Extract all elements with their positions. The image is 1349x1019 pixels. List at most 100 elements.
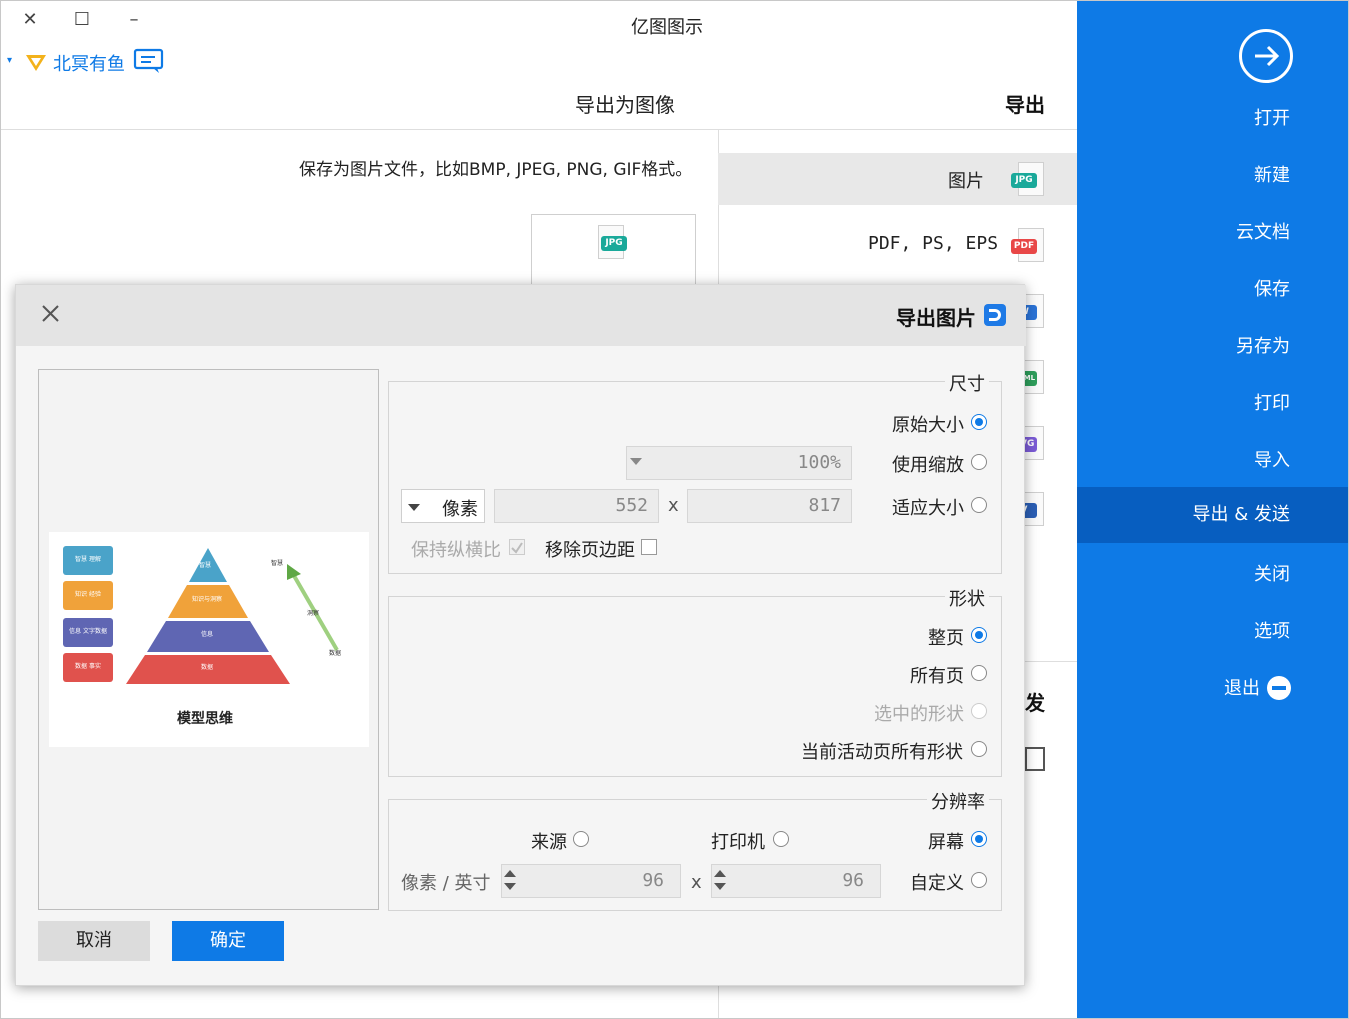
whole-page-radio[interactable] bbox=[971, 627, 987, 643]
preview-diagram: 智慧 理解 知识 经验 信息 文字数据 数据 事实 智慧 知识与洞察 信息 数据 bbox=[49, 532, 369, 747]
height-field[interactable]: 552 bbox=[494, 489, 659, 523]
export-description: 保存为图片文件，比如BMP, JPEG, PNG, GIF格式。 bbox=[299, 160, 693, 180]
nav-item-image[interactable]: 图片 JPG bbox=[718, 153, 1077, 205]
resolution-x-separator: x bbox=[691, 872, 702, 893]
close-window-button[interactable]: ✕ bbox=[19, 9, 41, 31]
width-field[interactable]: 817 bbox=[687, 489, 852, 523]
screen-radio[interactable] bbox=[971, 831, 987, 847]
jpg-file-icon: JPG bbox=[1011, 162, 1044, 196]
arrow-label: 智慧 bbox=[271, 560, 284, 567]
remove-margin-checkbox[interactable] bbox=[641, 539, 657, 555]
ok-button[interactable]: 确定 bbox=[172, 921, 284, 961]
send-mail-icon[interactable] bbox=[1025, 747, 1045, 771]
custom-radio[interactable] bbox=[971, 872, 987, 888]
source-label: 来源 bbox=[531, 832, 567, 853]
sidebar-item-close[interactable]: 关闭 bbox=[1077, 547, 1348, 603]
nav-item-image-label: 图片 bbox=[948, 171, 984, 192]
printer-radio[interactable] bbox=[773, 831, 789, 847]
sidebar-item-new[interactable]: 新建 bbox=[1077, 148, 1348, 204]
preview-panel: 智慧 理解 知识 经验 信息 文字数据 数据 事实 智慧 知识与洞察 信息 数据 bbox=[38, 369, 379, 910]
dpi-y-field[interactable]: 96 bbox=[501, 864, 681, 898]
whole-page-label: 整页 bbox=[928, 628, 964, 649]
vip-crown-icon bbox=[23, 49, 49, 73]
sidebar-item-import[interactable]: 导入 bbox=[1077, 433, 1348, 489]
message-icon[interactable] bbox=[133, 47, 165, 75]
selected-shapes-label: 选中的形状 bbox=[874, 704, 964, 725]
dpi-x-field[interactable]: 96 bbox=[711, 864, 881, 898]
legend-box: 知识 经验 bbox=[63, 581, 113, 610]
close-icon[interactable] bbox=[40, 303, 62, 325]
app-window: ✕ ☐ – 亿图图示 ▾ 北冥有鱼 导出 导出为图像 保存为图片文件，比如BMP… bbox=[0, 0, 1349, 1019]
scale-dropdown[interactable]: 100% bbox=[626, 446, 852, 480]
dialog-header: 导出图片 bbox=[16, 285, 1026, 346]
sidebar-item-cloud-docs[interactable]: 云文档 bbox=[1077, 205, 1348, 261]
send-heading: 发 bbox=[1025, 691, 1045, 715]
unit-label: 像素 bbox=[442, 499, 478, 520]
selected-shapes-radio[interactable] bbox=[971, 703, 987, 719]
export-image-heading: 导出为图像 bbox=[575, 93, 675, 117]
export-image-preview-card[interactable]: JPG bbox=[531, 214, 696, 294]
custom-label: 自定义 bbox=[910, 873, 964, 894]
app-logo-icon bbox=[984, 304, 1006, 326]
original-size-label: 原始大小 bbox=[892, 415, 964, 436]
scale-radio[interactable] bbox=[971, 454, 987, 470]
sidebar-item-open[interactable]: 打开 bbox=[1077, 91, 1348, 147]
printer-label: 打印机 bbox=[711, 832, 765, 853]
user-dropdown-arrow[interactable]: ▾ bbox=[7, 55, 12, 66]
shape-legend: 形状 bbox=[945, 585, 989, 611]
window-title: 亿图图示 bbox=[631, 17, 703, 38]
fit-size-radio[interactable] bbox=[971, 497, 987, 513]
sidebar-item-save-as[interactable]: 另存为 bbox=[1077, 319, 1348, 375]
maximize-window-button[interactable]: ☐ bbox=[71, 9, 93, 31]
legend-box: 信息 文字数据 bbox=[63, 618, 113, 647]
dpi-x-stepper[interactable] bbox=[713, 868, 727, 894]
sidebar-item-print[interactable]: 打印 bbox=[1077, 376, 1348, 432]
sidebar-item-save[interactable]: 保存 bbox=[1077, 262, 1348, 318]
keep-ratio-label: 保持纵横比 bbox=[411, 540, 501, 561]
current-page-shapes-radio[interactable] bbox=[971, 741, 987, 757]
shape-group: 形状 整页 所有页 选中的形状 当前活动页所有形状 bbox=[388, 585, 1002, 777]
resolution-group: 分辨率 屏幕 打印机 来源 自定义 96 x 96 像素 / 英寸 bbox=[388, 788, 1002, 911]
fit-size-label: 适应大小 bbox=[892, 498, 964, 519]
chevron-down-icon bbox=[630, 458, 642, 465]
export-heading: 导出 bbox=[1005, 93, 1045, 117]
back-arrow-icon[interactable] bbox=[1239, 29, 1293, 83]
minimize-window-button[interactable]: – bbox=[123, 9, 145, 31]
cancel-button[interactable]: 取消 bbox=[38, 921, 150, 961]
exit-minus-icon bbox=[1267, 676, 1291, 700]
scale-label: 使用缩放 bbox=[892, 455, 964, 476]
all-pages-label: 所有页 bbox=[910, 666, 964, 687]
dialog-title: 导出图片 bbox=[896, 306, 976, 330]
sidebar-item-exit[interactable]: 退出 bbox=[1077, 661, 1348, 717]
legend-box: 数据 事实 bbox=[63, 653, 113, 682]
keep-ratio-checkbox[interactable] bbox=[509, 539, 525, 555]
header-divider bbox=[1, 129, 1077, 130]
resolution-unit-label: 像素 / 英寸 bbox=[401, 873, 491, 894]
sidebar-item-options[interactable]: 选项 bbox=[1077, 604, 1348, 660]
resolution-legend: 分辨率 bbox=[927, 788, 989, 814]
pdf-file-icon: PDF bbox=[1011, 228, 1044, 262]
current-page-shapes-label: 当前活动页所有形状 bbox=[801, 742, 963, 763]
nav-item-pdf[interactable]: PDF, PS, EPS PDF bbox=[718, 219, 1077, 271]
unit-dropdown[interactable]: 像素 bbox=[401, 489, 485, 523]
jpg-file-icon: JPG bbox=[598, 225, 627, 259]
pyramid-label: 信息 bbox=[201, 631, 214, 638]
sidebar-item-export-send[interactable]: 导出 & 发送 bbox=[1077, 487, 1348, 543]
arrow-label: 数据 bbox=[329, 650, 342, 657]
dpi-y-stepper[interactable] bbox=[503, 868, 517, 894]
export-image-dialog: 导出图片 智慧 理解 知识 经验 信息 文字数据 数据 事实 智慧 知识与洞察 … bbox=[15, 284, 1026, 986]
source-radio[interactable] bbox=[573, 831, 589, 847]
backstage-sidebar: 打开 新建 云文档 保存 另存为 打印 导入 导出 & 发送 关闭 选项 退出 bbox=[1077, 1, 1348, 1018]
diagram-title: 模型思维 bbox=[177, 711, 233, 727]
size-x-separator: x bbox=[668, 495, 679, 516]
remove-margin-label: 移除页边距 bbox=[545, 540, 635, 561]
all-pages-radio[interactable] bbox=[971, 665, 987, 681]
original-size-radio[interactable] bbox=[971, 414, 987, 430]
user-name[interactable]: 北冥有鱼 bbox=[53, 50, 125, 76]
legend-box: 智慧 理解 bbox=[63, 546, 113, 575]
pyramid-label: 数据 bbox=[201, 664, 214, 671]
nav-item-pdf-label: PDF, PS, EPS bbox=[868, 233, 999, 254]
arrow-label: 洞察 bbox=[307, 610, 320, 617]
pyramid-label: 智慧 bbox=[199, 562, 212, 569]
chevron-down-icon bbox=[408, 504, 420, 511]
